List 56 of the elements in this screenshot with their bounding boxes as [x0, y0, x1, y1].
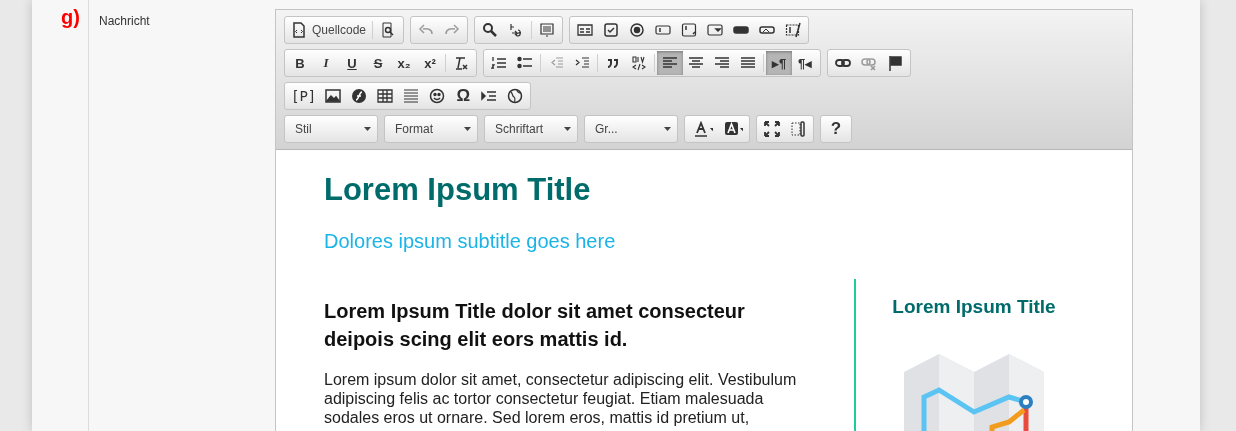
- text-area-icon: [681, 22, 698, 38]
- select-icon: [707, 22, 724, 38]
- form-icon: [577, 22, 594, 38]
- outdent-icon: [548, 55, 564, 71]
- style-dropdown[interactable]: Format: [384, 115, 478, 143]
- content-title: Lorem Ipsum Title: [324, 172, 592, 208]
- field-label: Nachricht: [99, 14, 150, 28]
- search-icon: [482, 22, 499, 38]
- italic-button[interactable]: I: [313, 51, 339, 75]
- caret-icon: [564, 127, 571, 131]
- caret-icon: [664, 127, 671, 131]
- caret-icon: [364, 127, 371, 131]
- smiley-icon: [429, 88, 446, 104]
- bulleted-list-icon: [517, 55, 533, 71]
- subscript-button[interactable]: x₂: [391, 51, 417, 75]
- flag-icon: [887, 55, 903, 71]
- left-to-right-button[interactable]: ▸¶: [766, 51, 792, 75]
- show-blocks-icon: [790, 121, 806, 137]
- image-icon: [325, 88, 342, 104]
- bold-button[interactable]: B: [287, 51, 313, 75]
- underline-button[interactable]: U: [339, 51, 365, 75]
- field-marker: g): [61, 6, 80, 30]
- horizontal-rule-icon: [403, 88, 420, 104]
- code-block-icon: [631, 55, 647, 71]
- align-center-icon: [688, 55, 704, 71]
- checkbox-icon: [603, 22, 620, 38]
- maximize-icon: [764, 121, 780, 137]
- source-button[interactable]: Quellcode: [287, 18, 371, 42]
- strikethrough-button[interactable]: S: [365, 51, 391, 75]
- align-left-icon: [662, 55, 678, 71]
- globe-icon: [507, 88, 524, 104]
- article-paragraph: Lorem ipsum dolor sit amet, consectetur adipiscing elit. Vestibulum adipiscing felis ac tortor consectetur feugiat. Etiam malesuada sodales eros ut ornare. Sed lorem eros, mattis id pretium ut,: [324, 370, 798, 427]
- unlink-icon: [861, 55, 877, 71]
- document-icon: [291, 22, 307, 38]
- caret-icon: [464, 127, 471, 131]
- align-right-icon: [714, 55, 730, 71]
- indent-icon: [574, 55, 590, 71]
- text-field-icon: [655, 22, 672, 38]
- superscript-button[interactable]: x²: [417, 51, 443, 75]
- style-dropdown[interactable]: Gr...: [584, 115, 678, 143]
- rich-text-editor[interactable]: [275, 9, 1133, 431]
- special-character-button[interactable]: Ω: [450, 84, 477, 108]
- placeholder-button[interactable]: [P]: [287, 84, 321, 108]
- radio-icon: [629, 22, 646, 38]
- help-button[interactable]: ?: [823, 117, 849, 141]
- table-icon: [377, 88, 394, 104]
- justify-icon: [740, 55, 756, 71]
- page-break-icon: [481, 88, 498, 104]
- sidebar-title: Lorem Ipsum Title: [892, 296, 1056, 318]
- numbered-list-icon: [491, 55, 507, 71]
- style-dropdown[interactable]: Stil: [284, 115, 378, 143]
- right-to-left-button[interactable]: ¶◂: [792, 51, 818, 75]
- remove-format-icon: [453, 55, 469, 71]
- content-subtitle: Dolores ipsum subtitle goes here: [324, 230, 617, 253]
- article-heading: Lorem Ipsum Title dolor sit amet consecteur deipois scing elit eors mattis id.: [324, 299, 746, 352]
- style-dropdown[interactable]: Schriftart: [484, 115, 578, 143]
